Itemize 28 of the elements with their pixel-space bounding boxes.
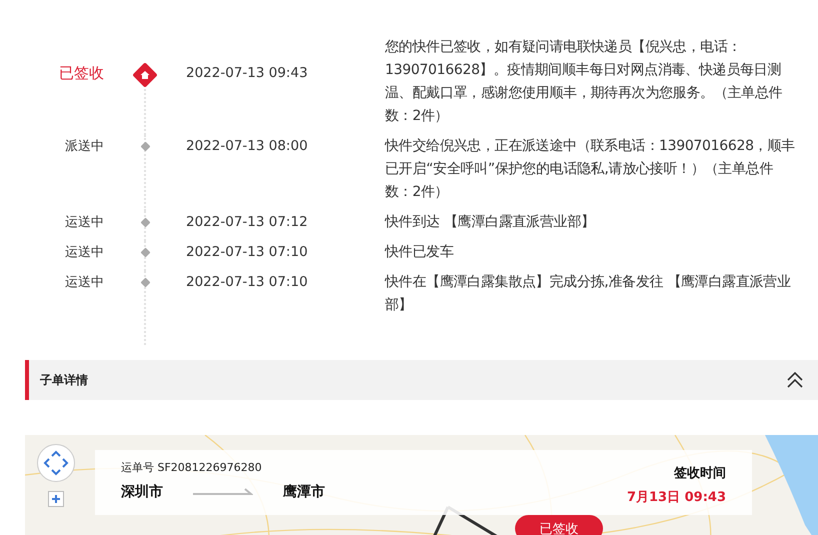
- event-description: 快件在【鹰潭白露集散点】完成分拣,准备发往 【鹰潭白露直派营业部】: [385, 273, 792, 315]
- section-title: 子单详情: [40, 372, 88, 388]
- sign-time: 7月13日 09:43: [626, 489, 726, 506]
- event-description: 快件交给倪兴忠，正在派送途中（联系电话：13907016628，顺丰已开启“安全呼叫”保护您的电话隐私,请放心接听！）（主单总件数：2件）: [385, 137, 796, 202]
- destination-city: 鹰潭市: [283, 483, 325, 501]
- timestamp: 2022-07-13 07:10: [186, 273, 309, 292]
- status-label: 派送中: [64, 138, 104, 156]
- zoom-in-button[interactable]: [48, 491, 64, 507]
- waybill-number: 运单号 SF2081226976280: [121, 460, 263, 475]
- section-header[interactable]: 子单详情: [25, 360, 818, 400]
- status-label: 运送中: [64, 244, 104, 262]
- status-label: 已签收: [58, 63, 104, 84]
- timestamp: 2022-07-13 09:43: [186, 64, 309, 83]
- status-badge: 已签收: [515, 515, 603, 535]
- timestamp: 2022-07-13 07:10: [186, 243, 309, 262]
- status-label: 运送中: [64, 214, 104, 232]
- sign-time-label: 签收时间: [674, 465, 726, 482]
- event-description: 快件已发车: [385, 243, 455, 262]
- timestamp: 2022-07-13 08:00: [186, 137, 309, 156]
- event-description: 您的快件已签收，如有疑问请电联快递员【倪兴忠，电话：13907016628】。疫情期间顺丰每日对网点消毒、快递员每日测温、配戴口罩，感谢您使用顺丰，期待再次为您服务。（主单总件数：2件）: [385, 38, 784, 126]
- status-label: 运送中: [64, 274, 104, 292]
- arrows-icon: [43, 450, 69, 476]
- collapse-icon[interactable]: [786, 372, 804, 388]
- plus-icon: [51, 494, 61, 504]
- pan-control[interactable]: [37, 444, 75, 482]
- event-description: 快件到达 【鹰潭白露直派营业部】: [385, 213, 596, 232]
- timestamp: 2022-07-13 07:12: [186, 213, 309, 232]
- origin-city: 深圳市: [121, 483, 163, 501]
